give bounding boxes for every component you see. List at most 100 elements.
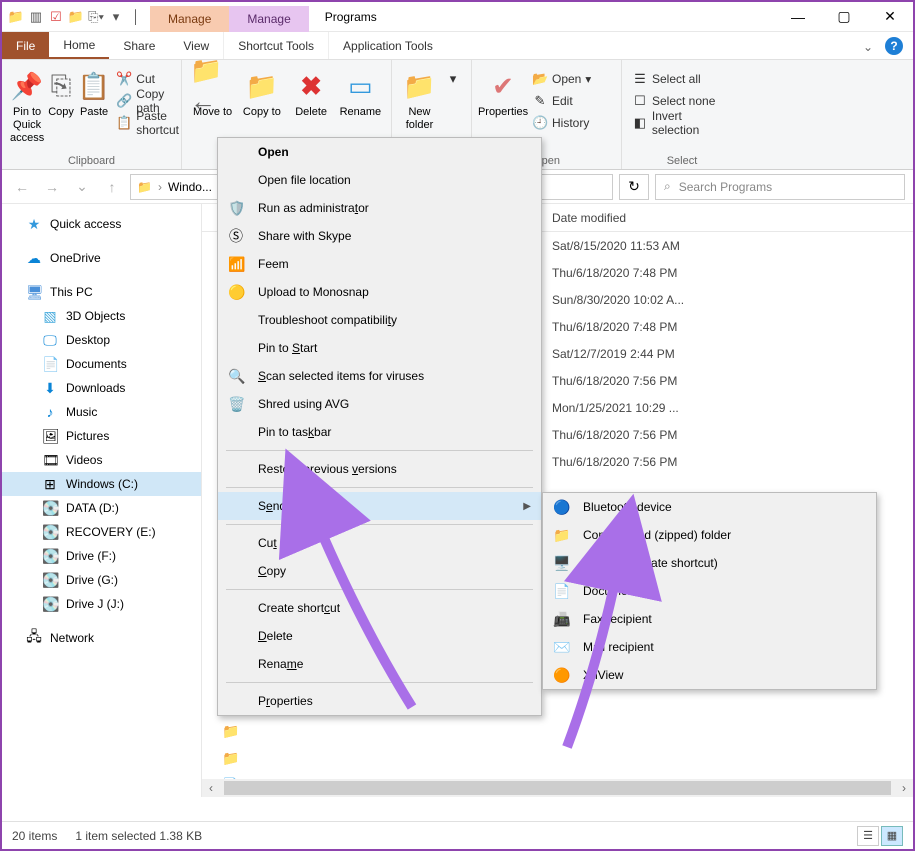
menu-icon: 🖥️ [553, 555, 569, 572]
ribbon-tabs: File Home Share View Shortcut Tools Appl… [2, 32, 913, 60]
nav-quick-access[interactable]: ★Quick access [2, 212, 201, 236]
open-button[interactable]: 📂Open ▾ [528, 68, 595, 90]
menu-item[interactable]: Send to▶ [218, 492, 541, 520]
tab-home[interactable]: Home [49, 32, 109, 59]
qat-item[interactable]: ☑ [48, 9, 64, 25]
maximize-button[interactable]: ▢ [821, 2, 867, 31]
close-button[interactable]: ✕ [867, 2, 913, 31]
paste-button[interactable]: 📋Paste [76, 64, 112, 148]
menu-item[interactable]: Open [218, 138, 541, 166]
nav-pictures[interactable]: 🖼Pictures [2, 424, 201, 448]
menu-item[interactable]: Troubleshoot compatibility [218, 306, 541, 334]
nav-onedrive[interactable]: ☁OneDrive [2, 246, 201, 270]
menu-item[interactable]: 📁Compressed (zipped) folder [543, 521, 876, 549]
file-row[interactable]: 📁 [202, 718, 913, 745]
menu-item[interactable]: 📄Documents [543, 577, 876, 605]
qat-sep: │ [128, 9, 144, 25]
recent-button[interactable]: ⌄ [70, 175, 94, 199]
qat-customize[interactable]: ▾ [108, 9, 124, 25]
scroll-thumb[interactable] [224, 781, 891, 795]
menu-item[interactable]: 🗑️Shred using AVG [218, 390, 541, 418]
menu-item[interactable]: 🔵Bluetooth device [543, 493, 876, 521]
back-button[interactable]: ← [10, 175, 34, 199]
new-item-button[interactable]: ▾ [441, 68, 465, 90]
copy-button[interactable]: ⎘Copy [46, 64, 76, 148]
nav-drive-g[interactable]: 💽Drive (G:) [2, 568, 201, 592]
menu-label: Rename [258, 657, 303, 671]
menu-item[interactable]: 📶Feem [218, 250, 541, 278]
forward-button[interactable]: → [40, 175, 64, 199]
nav-recovery-e[interactable]: 💽RECOVERY (E:) [2, 520, 201, 544]
context-tab-app[interactable]: Manage [229, 6, 308, 32]
up-button[interactable]: ↑ [100, 175, 124, 199]
nav-downloads[interactable]: ⬇Downloads [2, 376, 201, 400]
menu-item[interactable]: 📠Fax recipient [543, 605, 876, 633]
rename-button[interactable]: ▭Rename [336, 64, 385, 121]
invert-selection-button[interactable]: ◧Invert selection [628, 112, 736, 134]
scroll-right-icon[interactable]: › [895, 781, 913, 795]
menu-item[interactable]: 🔍Scan selected items for viruses [218, 362, 541, 390]
select-all-button[interactable]: ☰Select all [628, 68, 736, 90]
menu-item[interactable]: 🖥️Desktop (create shortcut) [543, 549, 876, 577]
tab-share[interactable]: Share [109, 32, 169, 59]
menu-item[interactable]: 🟠XnView [543, 661, 876, 689]
nav-music[interactable]: ♪Music [2, 400, 201, 424]
menu-item[interactable]: Open file location [218, 166, 541, 194]
scroll-left-icon[interactable]: ‹ [202, 781, 220, 795]
nav-drive-j[interactable]: 💽Drive J (J:) [2, 592, 201, 616]
menu-item[interactable]: Rename [218, 650, 541, 678]
nav-data-d[interactable]: 💽DATA (D:) [2, 496, 201, 520]
menu-item[interactable]: Restore previous versions [218, 455, 541, 483]
context-tab-shortcut[interactable]: Manage [150, 6, 229, 32]
nav-drive-f[interactable]: 💽Drive (F:) [2, 544, 201, 568]
menu-item[interactable]: Create shortcut [218, 594, 541, 622]
nav-videos[interactable]: 🎞Videos [2, 448, 201, 472]
file-row[interactable]: 📁 [202, 745, 913, 772]
nav-this-pc[interactable]: 🖥This PC [2, 280, 201, 304]
tab-shortcut-tools[interactable]: Shortcut Tools [223, 32, 328, 59]
history-button[interactable]: 🕘History [528, 112, 595, 134]
file-date: Sat/12/7/2019 2:44 PM [552, 347, 675, 361]
new-folder-button[interactable]: 📁New folder [398, 64, 441, 134]
paste-shortcut-button[interactable]: 📋Paste shortcut [112, 112, 183, 134]
tab-file[interactable]: File [2, 32, 49, 59]
nav-desktop[interactable]: 🖵Desktop [2, 328, 201, 352]
help-icon[interactable]: ? [885, 37, 903, 55]
menu-item[interactable]: Properties [218, 687, 541, 715]
nav-documents[interactable]: 📄Documents [2, 352, 201, 376]
properties-button[interactable]: ✔Properties [478, 64, 528, 134]
tab-view[interactable]: View [169, 32, 223, 59]
edit-button[interactable]: ✎Edit [528, 90, 595, 112]
nav-3d-objects[interactable]: ▧3D Objects [2, 304, 201, 328]
nav-network[interactable]: 🖧Network [2, 626, 201, 650]
file-date: Thu/6/18/2020 7:56 PM [552, 455, 677, 469]
menu-item[interactable]: Cut [218, 529, 541, 557]
view-details-button[interactable]: ☰ [857, 826, 879, 846]
minimize-button[interactable]: — [775, 2, 821, 31]
menu-item[interactable]: 🟡Upload to Monosnap [218, 278, 541, 306]
menu-item[interactable]: Pin to Start [218, 334, 541, 362]
tab-app-tools[interactable]: Application Tools [328, 32, 447, 59]
refresh-button[interactable]: ↻ [619, 174, 649, 200]
view-large-button[interactable]: ▦ [881, 826, 903, 846]
h-scrollbar[interactable]: ‹ › [202, 779, 913, 797]
move-button[interactable]: 📁←Move to [188, 64, 237, 121]
menu-item[interactable]: ✉️Mail recipient [543, 633, 876, 661]
menu-item[interactable]: ⓈShare with Skype [218, 222, 541, 250]
menu-label: Open [258, 145, 289, 159]
menu-item[interactable]: Copy [218, 557, 541, 585]
nav-windows-c[interactable]: ⊞Windows (C:) [2, 472, 201, 496]
delete-button[interactable]: ✖Delete [287, 64, 336, 121]
ribbon-expand-icon[interactable]: ⌄ [863, 40, 873, 54]
breadcrumb[interactable]: Windo... [168, 180, 212, 194]
qat-item[interactable]: ⎘▾ [88, 9, 104, 25]
qat-item[interactable]: ▥ [28, 9, 44, 25]
pin-button[interactable]: 📌Pin to Quick access [8, 64, 46, 148]
qat-item[interactable]: 📁 [68, 9, 84, 25]
menu-item[interactable]: Pin to taskbar [218, 418, 541, 446]
search-box[interactable]: ⌕ Search Programs [655, 174, 905, 200]
copy-to-button[interactable]: 📁Copy to [237, 64, 286, 121]
col-date[interactable]: Date modified [552, 211, 626, 225]
menu-item[interactable]: 🛡️Run as administrator [218, 194, 541, 222]
menu-item[interactable]: Delete [218, 622, 541, 650]
